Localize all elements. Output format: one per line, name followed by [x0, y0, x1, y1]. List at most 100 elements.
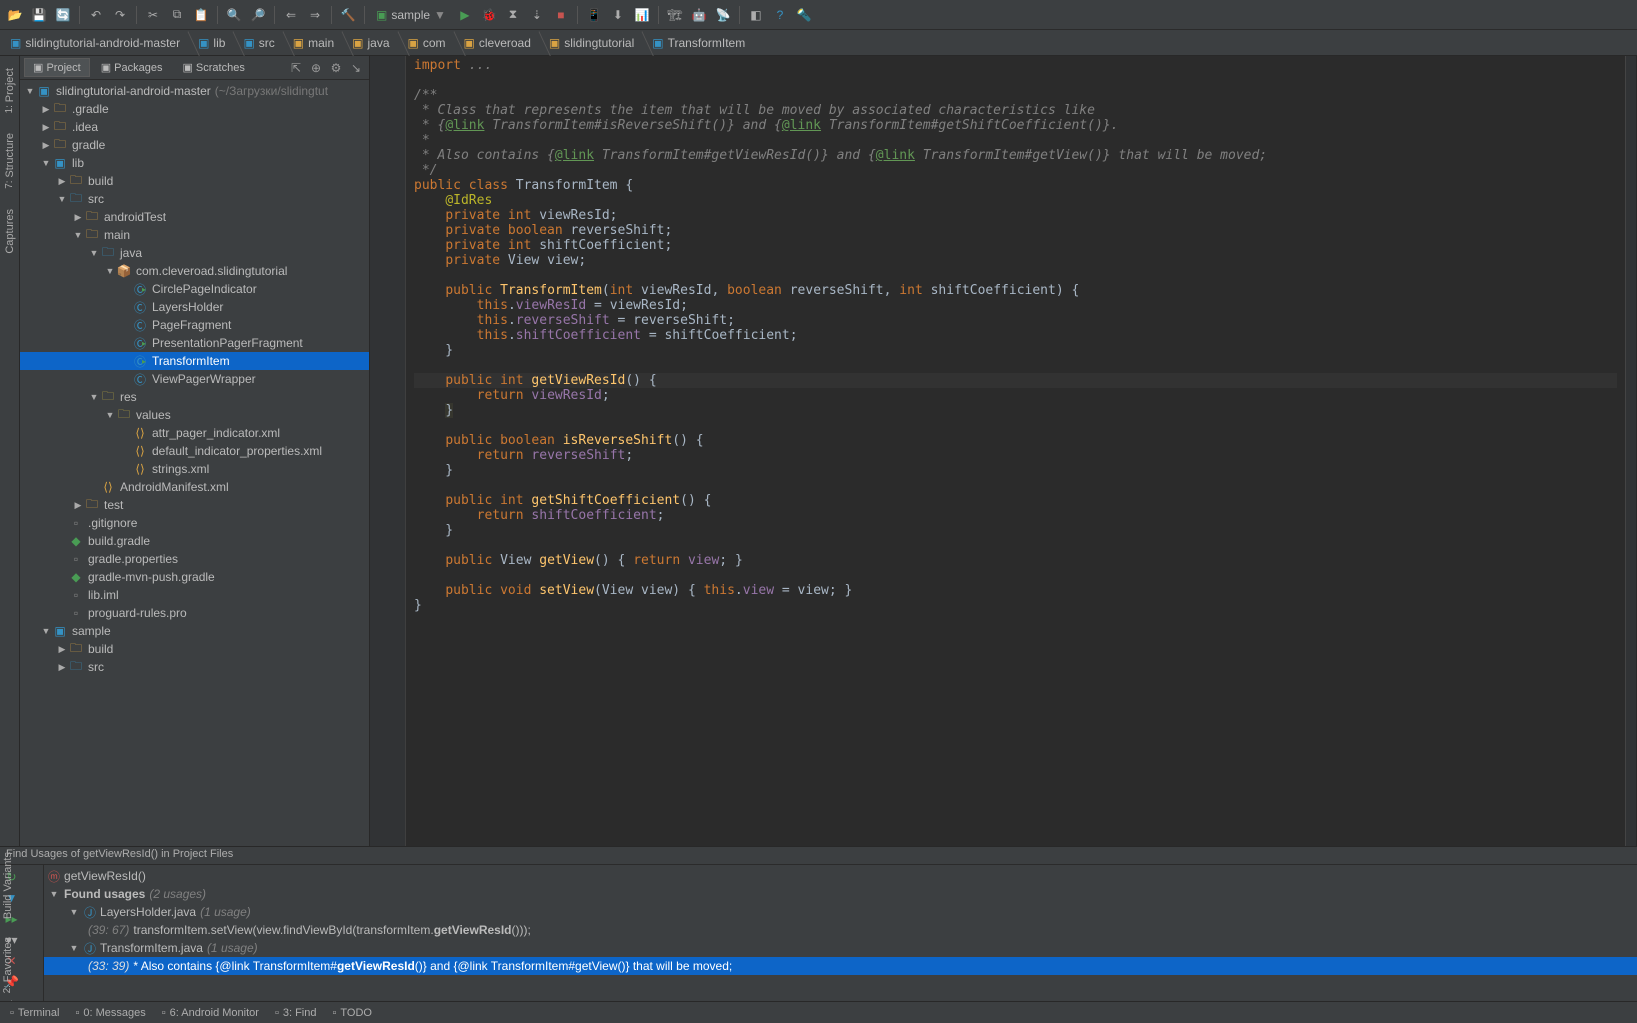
hide-icon[interactable]: ↘: [347, 59, 365, 77]
tree-item-layersholder[interactable]: ⒸLayersHolder: [20, 298, 369, 316]
tree-item-pagefragment[interactable]: ⒸPageFragment: [20, 316, 369, 334]
gear-icon[interactable]: ⚙: [327, 59, 345, 77]
tree-item--gitignore[interactable]: ▫.gitignore: [20, 514, 369, 532]
tree-arrow-icon[interactable]: ▼: [24, 86, 36, 96]
tree-item-strings-xml[interactable]: ⟨⟩strings.xml: [20, 460, 369, 478]
bottom-tab-6-android-monitor[interactable]: ▫6: Android Monitor: [156, 1005, 265, 1021]
search-everywhere-icon[interactable]: 🔦: [793, 4, 815, 26]
tree-item-src[interactable]: ▶🗀src: [20, 658, 369, 676]
crumb-java[interactable]: ▣java: [342, 31, 397, 55]
tree-arrow-icon[interactable]: ▼: [72, 230, 84, 240]
usage-row[interactable]: ▼Ⓙ TransformItem.java (1 usage): [44, 939, 1637, 957]
android-icon[interactable]: 🤖: [688, 4, 710, 26]
profile-icon[interactable]: ⧗: [502, 4, 524, 26]
tree-item-default-indicator-properties-xml[interactable]: ⟨⟩default_indicator_properties.xml: [20, 442, 369, 460]
save-icon[interactable]: 💾: [28, 4, 50, 26]
usage-row[interactable]: ⓜ getViewResId(): [44, 867, 1637, 885]
tree-arrow-icon[interactable]: ▶: [56, 662, 68, 673]
tree-item-res[interactable]: ▼🗀res: [20, 388, 369, 406]
crumb-main[interactable]: ▣main: [283, 31, 342, 55]
tree-item-androidtest[interactable]: ▶🗀androidTest: [20, 208, 369, 226]
tree-item-test[interactable]: ▶🗀test: [20, 496, 369, 514]
monitor-icon[interactable]: 📡: [712, 4, 734, 26]
run-icon[interactable]: ▶: [454, 4, 476, 26]
tree-item-build[interactable]: ▶🗀build: [20, 640, 369, 658]
stripe-tab-project[interactable]: 1: Project: [2, 62, 18, 119]
stripe-tab-captures[interactable]: Captures: [2, 203, 18, 260]
tree-arrow-icon[interactable]: ▶: [40, 104, 52, 115]
tree-item-circlepageindicator[interactable]: Ⓒ▸CirclePageIndicator: [20, 280, 369, 298]
copy-icon[interactable]: ⧉: [166, 4, 188, 26]
cut-icon[interactable]: ✂: [142, 4, 164, 26]
project-tree[interactable]: ▼▣slidingtutorial-android-master(~/Загру…: [20, 80, 369, 846]
tree-item--idea[interactable]: ▶🗀.idea: [20, 118, 369, 136]
panel-tab-scratches[interactable]: ▣ Scratches: [173, 58, 253, 77]
tree-arrow-icon[interactable]: ▶: [40, 122, 52, 133]
usage-row[interactable]: ▼Ⓙ LayersHolder.java (1 usage): [44, 903, 1637, 921]
crumb-slidingtutorial-android-master[interactable]: ▣slidingtutorial-android-master: [0, 31, 188, 55]
tree-arrow-icon[interactable]: ▼: [88, 392, 100, 402]
tree-item-com-cleveroad-slidingtutorial[interactable]: ▼📦com.cleveroad.slidingtutorial: [20, 262, 369, 280]
avd-icon[interactable]: 📱: [583, 4, 605, 26]
panel-tab-project[interactable]: ▣ Project: [24, 58, 90, 77]
tree-arrow-icon[interactable]: ▼: [104, 266, 116, 276]
crumb-transformitem[interactable]: ▣TransformItem: [642, 31, 753, 55]
tree-arrow-icon[interactable]: ▶: [72, 212, 84, 223]
open-icon[interactable]: 📂: [4, 4, 26, 26]
tree-arrow-icon[interactable]: ▼: [40, 626, 52, 636]
bottom-tab-0-messages[interactable]: ▫0: Messages: [69, 1005, 151, 1021]
find-usages-tree[interactable]: ⓜ getViewResId()▼Found usages (2 usages)…: [44, 865, 1637, 1001]
paste-icon[interactable]: 📋: [190, 4, 212, 26]
tree-item-sample[interactable]: ▼▣sample: [20, 622, 369, 640]
stop-icon[interactable]: ■: [550, 4, 572, 26]
tree-item-main[interactable]: ▼🗀main: [20, 226, 369, 244]
tree-item-slidingtutorial-android-master[interactable]: ▼▣slidingtutorial-android-master(~/Загру…: [20, 82, 369, 100]
code-area[interactable]: import ... /** * Class that represents t…: [406, 56, 1625, 846]
tree-item-build[interactable]: ▶🗀build: [20, 172, 369, 190]
crumb-cleveroad[interactable]: ▣cleveroad: [454, 31, 539, 55]
tree-arrow-icon[interactable]: ▶: [56, 176, 68, 187]
crumb-src[interactable]: ▣src: [233, 31, 282, 55]
code-editor[interactable]: import ... /** * Class that represents t…: [370, 56, 1637, 846]
tree-item-lib[interactable]: ▼▣lib: [20, 154, 369, 172]
tree-item-gradle-properties[interactable]: ▫gradle.properties: [20, 550, 369, 568]
tree-item-gradle[interactable]: ▶🗀gradle: [20, 136, 369, 154]
tree-item-proguard-rules-pro[interactable]: ▫proguard-rules.pro: [20, 604, 369, 622]
tree-item-attr-pager-indicator-xml[interactable]: ⟨⟩attr_pager_indicator.xml: [20, 424, 369, 442]
usage-row[interactable]: (33: 39) * Also contains {@link Transfor…: [44, 957, 1637, 975]
back-icon[interactable]: ⇐: [280, 4, 302, 26]
undo-icon[interactable]: ↶: [85, 4, 107, 26]
stripe-tab-build-variants[interactable]: Build Variants: [0, 846, 20, 925]
target-icon[interactable]: ⊕: [307, 59, 325, 77]
tree-item--gradle[interactable]: ▶🗀.gradle: [20, 100, 369, 118]
tree-item-transformitem[interactable]: Ⓒ▸TransformItem: [20, 352, 369, 370]
tree-arrow-icon[interactable]: ▼: [88, 248, 100, 258]
crumb-com[interactable]: ▣com: [398, 31, 454, 55]
sync-icon[interactable]: 🔄: [52, 4, 74, 26]
usage-row[interactable]: (39: 67) transformItem.setView(view.find…: [44, 921, 1637, 939]
stripe-tab-structure[interactable]: 7: Structure: [2, 127, 18, 195]
bottom-tab-3-find[interactable]: ▫3: Find: [269, 1005, 323, 1021]
collapse-all-icon[interactable]: ⇱: [287, 59, 305, 77]
tree-arrow-icon[interactable]: ▼: [104, 410, 116, 420]
stripe-tab-favorites[interactable]: 2: Favorites: [0, 931, 20, 999]
tree-arrow-icon[interactable]: ▶: [72, 500, 84, 511]
forward-icon[interactable]: ⇒: [304, 4, 326, 26]
tree-item-androidmanifest-xml[interactable]: ⟨⟩AndroidManifest.xml: [20, 478, 369, 496]
tree-item-presentationpagerfragment[interactable]: Ⓒ▸PresentationPagerFragment: [20, 334, 369, 352]
tree-arrow-icon[interactable]: ▼: [40, 158, 52, 168]
crumb-slidingtutorial[interactable]: ▣slidingtutorial: [539, 31, 642, 55]
bottom-tab-terminal[interactable]: ▫Terminal: [4, 1005, 65, 1021]
crumb-lib[interactable]: ▣lib: [188, 31, 233, 55]
editor-overview-stripe[interactable]: [1625, 56, 1637, 846]
build-icon[interactable]: 🔨: [337, 4, 359, 26]
sdk-icon[interactable]: ⬇: [607, 4, 629, 26]
tree-item-src[interactable]: ▼🗀src: [20, 190, 369, 208]
bottom-tab-todo[interactable]: ▫TODO: [327, 1005, 378, 1021]
structure-icon[interactable]: 🏗: [664, 4, 686, 26]
tree-item-viewpagerwrapper[interactable]: ⒸViewPagerWrapper: [20, 370, 369, 388]
replace-icon[interactable]: 🔎: [247, 4, 269, 26]
panel-tab-packages[interactable]: ▣ Packages: [92, 58, 172, 77]
find-icon[interactable]: 🔍: [223, 4, 245, 26]
debug-icon[interactable]: 🐞: [478, 4, 500, 26]
